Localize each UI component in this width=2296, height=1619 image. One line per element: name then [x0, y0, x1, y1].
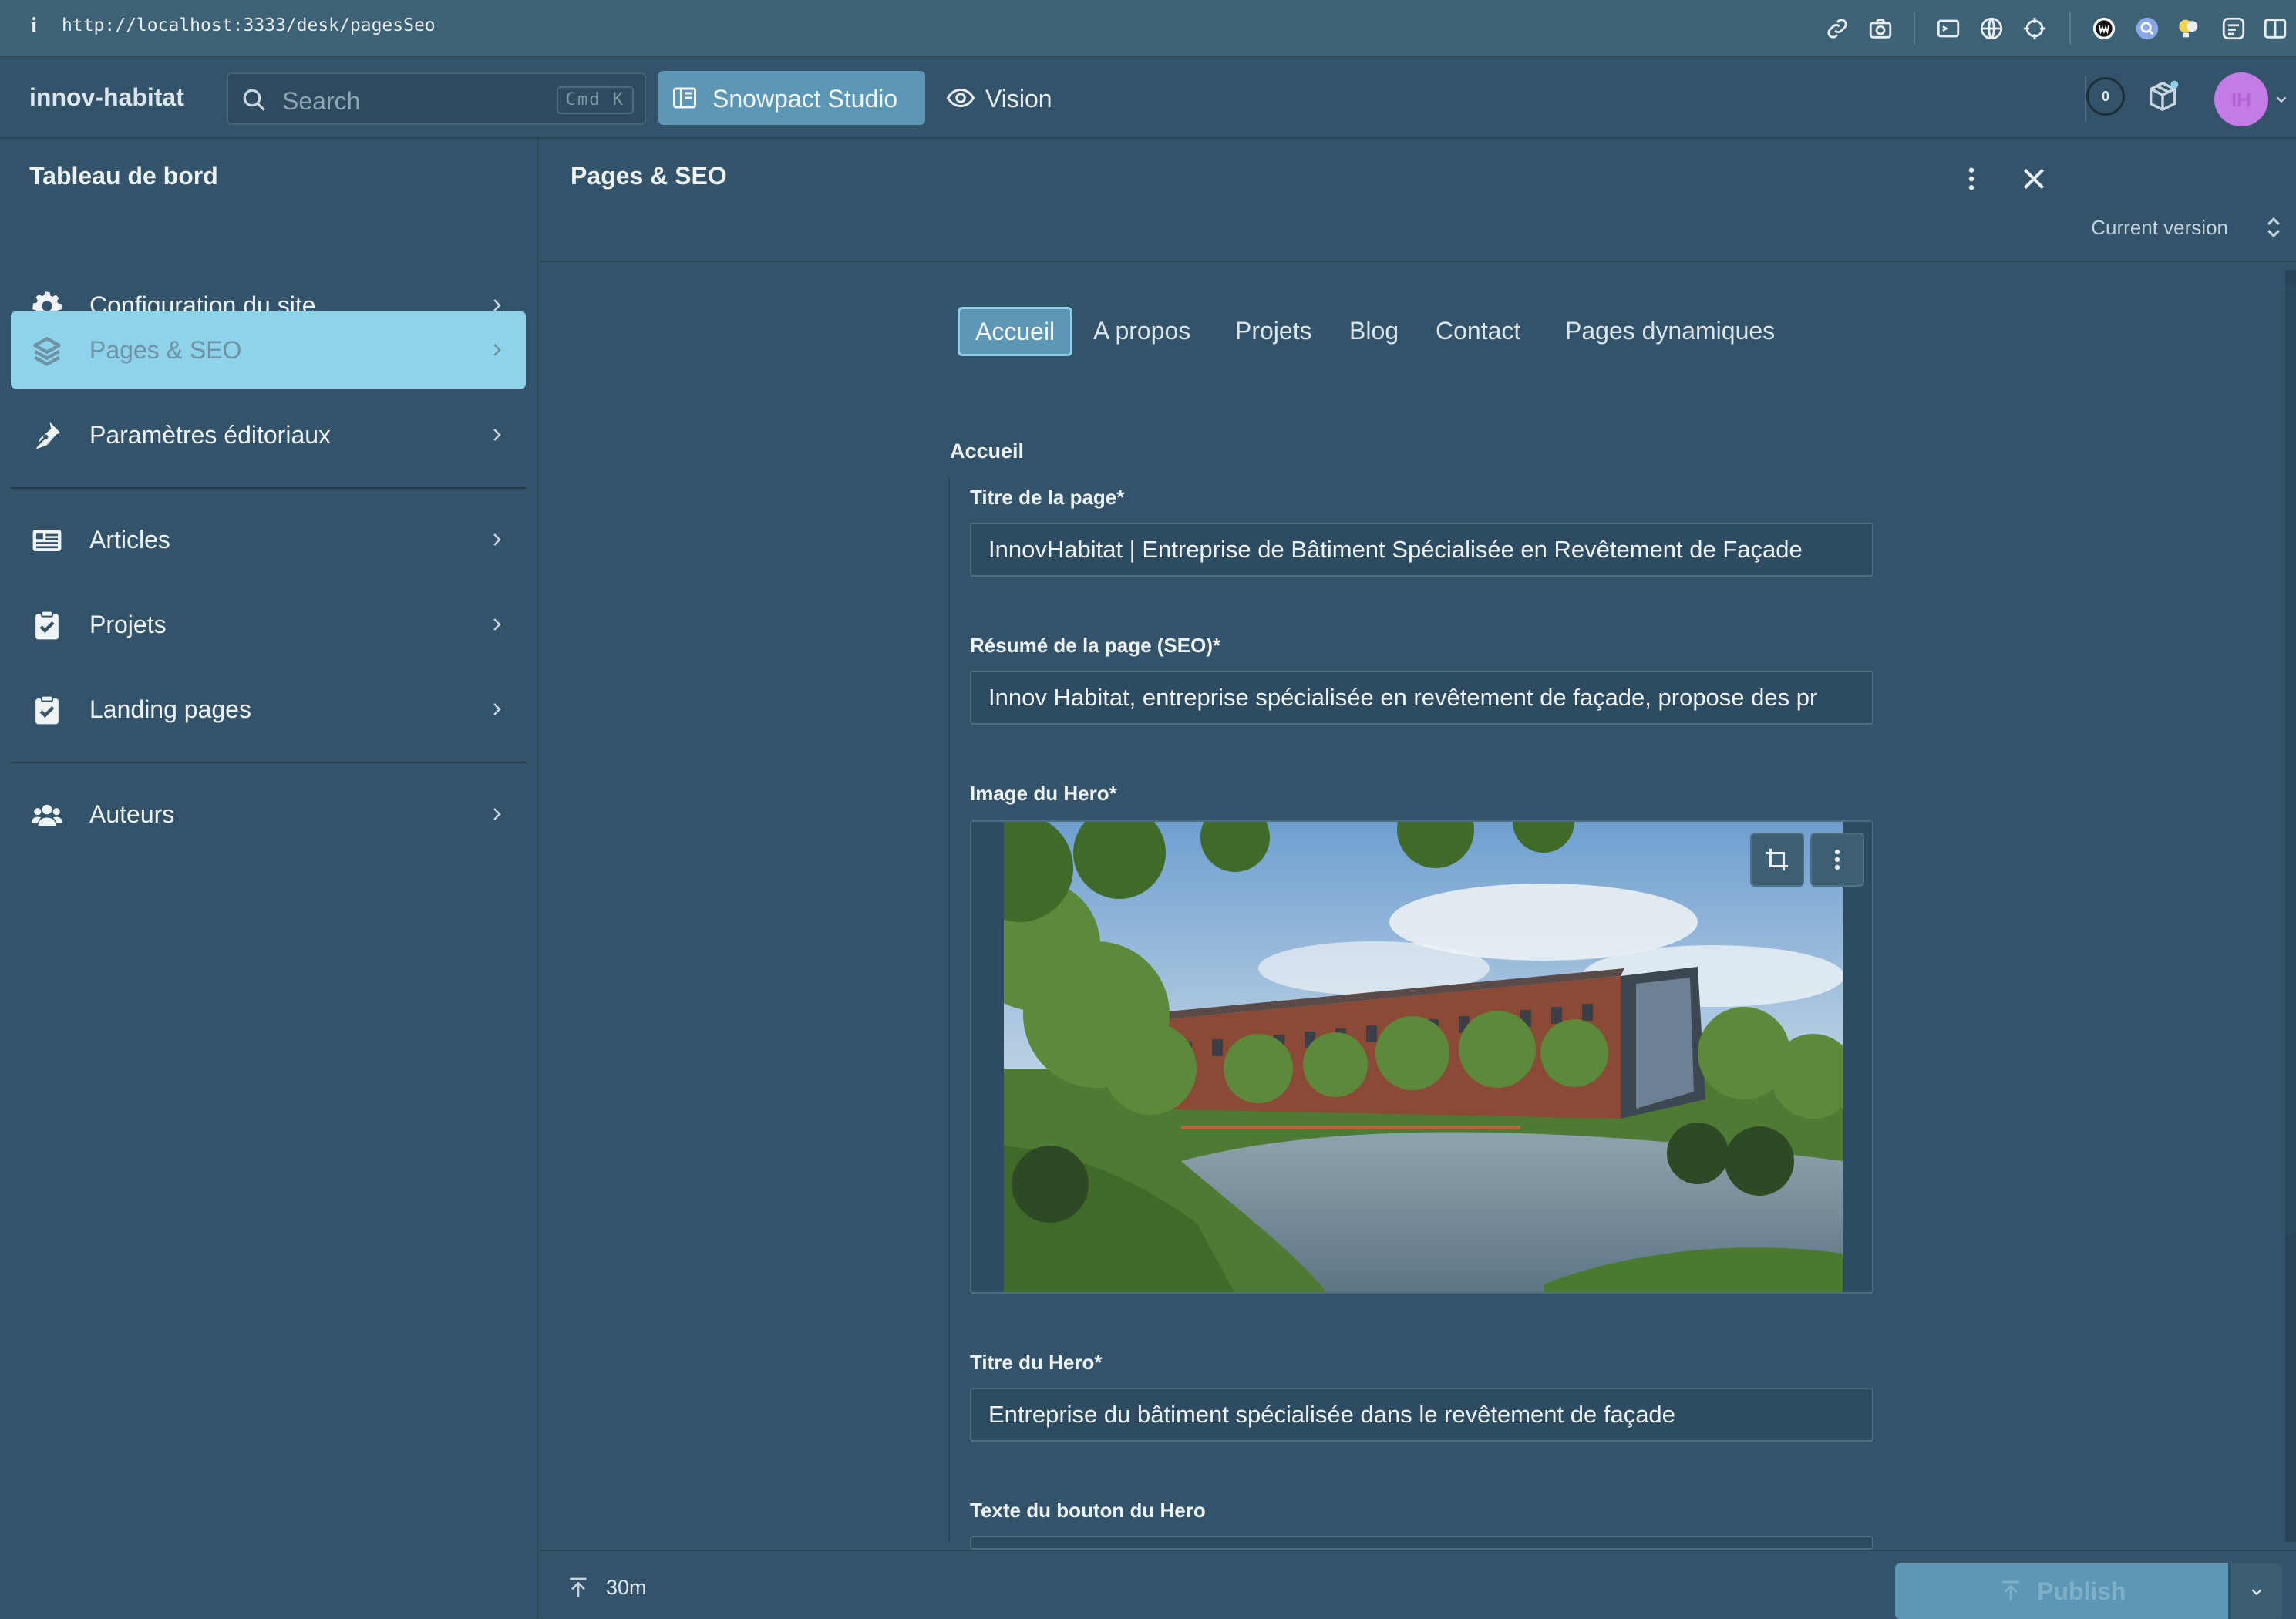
crop-button[interactable] — [1750, 833, 1804, 887]
image-options-button[interactable] — [1810, 833, 1864, 887]
publish-status-icon — [570, 1577, 587, 1597]
tab-pages-dynamiques[interactable]: Pages dynamiques — [1550, 307, 1790, 356]
chevron-right-icon — [493, 618, 501, 631]
sidebar-item-auteurs[interactable]: Auteurs — [11, 776, 526, 853]
structure-sidebar: Tableau de bord Configuration du site Pa… — [0, 139, 538, 1617]
pen-nib-icon — [35, 422, 61, 449]
chevron-right-icon — [493, 703, 501, 715]
crop-icon — [1766, 848, 1789, 871]
field-label: Résumé de la page (SEO)* — [970, 634, 1221, 657]
vision-label: Vision — [985, 85, 1052, 113]
tab-a-propos[interactable]: A propos — [1078, 307, 1206, 356]
version-selector[interactable]: Current version — [1331, 216, 2228, 240]
close-icon[interactable] — [2018, 163, 2049, 194]
field-label: Texte du bouton du Hero — [970, 1499, 1206, 1522]
sidebar-item-label: Pages & SEO — [89, 336, 242, 364]
chevron-right-icon — [493, 808, 501, 820]
sidebar-item-pages-seo[interactable]: Pages & SEO — [11, 311, 526, 389]
user-avatar[interactable]: IH — [2214, 72, 2268, 126]
sidebar-item-label: Auteurs — [89, 800, 175, 828]
camera-icon[interactable] — [1867, 15, 1894, 42]
sidebar-item-label: Articles — [89, 526, 170, 554]
studio-header: innov-habitat Search Cmd K Snowpact Stud… — [0, 57, 2296, 139]
field-label: Titre de la page* — [970, 486, 1125, 509]
presence-counter[interactable]: 0 — [2086, 77, 2125, 116]
workspace-structure-button[interactable]: Snowpact Studio — [658, 71, 925, 125]
sidebar-item-label: Projets — [89, 611, 167, 638]
hero-image — [1004, 822, 1843, 1292]
fieldset-rule — [948, 478, 950, 1542]
address-bar[interactable]: http://localhost:3333/desk/pagesSeo — [62, 15, 436, 35]
site-info-icon[interactable]: i — [25, 14, 43, 42]
field-label: Titre du Hero* — [970, 1351, 1103, 1374]
tab-projets[interactable]: Projets — [1220, 307, 1328, 356]
extension-list-icon[interactable] — [2220, 15, 2247, 42]
sidebar-item-editorial-settings[interactable]: Paramètres éditoriaux — [11, 396, 526, 473]
project-name[interactable]: innov-habitat — [29, 83, 184, 112]
last-published-time: 30m — [606, 1576, 647, 1599]
chevron-right-icon — [493, 344, 501, 356]
hero-title-input[interactable]: Entreprise du bâtiment spécialisée dans … — [970, 1388, 1873, 1442]
document-footer: 30m Publish — [540, 1550, 2296, 1619]
pane-header-divider — [540, 261, 2296, 262]
search-shortcut-hint: Cmd K — [556, 86, 634, 114]
package-icon[interactable] — [2145, 79, 2180, 114]
clipboard-check-icon — [35, 695, 59, 725]
sidebar-item-label: Landing pages — [89, 695, 251, 723]
structure-icon — [673, 87, 696, 109]
chevron-up-down-icon[interactable] — [2265, 214, 2282, 241]
extension-bulb-icon[interactable] — [2176, 15, 2202, 42]
document-pane: Pages & SEO Current version Accueil A pr… — [540, 139, 2296, 1619]
search-input[interactable]: Search Cmd K — [227, 72, 646, 125]
chevron-right-icon — [493, 533, 501, 546]
crosshair-icon[interactable] — [2022, 15, 2048, 42]
publish-menu-button[interactable] — [2231, 1563, 2282, 1619]
sidebar-item-articles[interactable]: Articles — [11, 501, 526, 578]
sidebar-item-label: Paramètres éditoriaux — [89, 421, 332, 449]
scrollbar-thumb[interactable] — [2285, 285, 2296, 1234]
users-icon — [31, 804, 63, 826]
extension-search-icon[interactable] — [2134, 15, 2160, 42]
more-vertical-icon[interactable] — [1960, 163, 1983, 194]
publish-button[interactable]: Publish — [1895, 1563, 2228, 1619]
page-title-input[interactable]: InnovHabitat | Entreprise de Bâtiment Sp… — [970, 523, 1873, 577]
browser-toolbar: i http://localhost:3333/desk/pagesSeo — [0, 0, 2296, 57]
hero-image-field[interactable] — [970, 820, 1873, 1294]
page-summary-input[interactable]: Innov Habitat, entreprise spécialisée en… — [970, 671, 1873, 725]
toolbar-divider — [2069, 12, 2071, 45]
terminal-icon[interactable] — [1935, 15, 1961, 42]
newspaper-icon — [32, 530, 62, 551]
publish-icon — [2002, 1580, 2019, 1600]
search-icon — [243, 89, 265, 111]
sidebar-divider — [11, 762, 526, 763]
publish-label: Publish — [2037, 1577, 2126, 1605]
sidebar-title: Tableau de bord — [29, 162, 218, 190]
chevron-down-icon — [2251, 1589, 2262, 1596]
pane-title: Pages & SEO — [571, 162, 727, 190]
hero-button-text-input[interactable] — [970, 1536, 1873, 1550]
sidebar-toggle-icon[interactable] — [2262, 15, 2288, 42]
extension-w-icon[interactable] — [2091, 15, 2117, 42]
field-label: Image du Hero* — [970, 782, 1117, 805]
tab-contact[interactable]: Contact — [1420, 307, 1536, 356]
more-vertical-icon — [1834, 849, 1840, 870]
workspace-label: Snowpact Studio — [712, 85, 898, 113]
fieldset-title: Accueil — [950, 439, 1025, 463]
search-placeholder: Search — [282, 87, 361, 115]
sidebar-divider — [11, 487, 526, 489]
tab-blog[interactable]: Blog — [1334, 307, 1414, 356]
eye-icon — [946, 88, 975, 108]
layers-icon — [33, 337, 61, 366]
clipboard-check-icon — [35, 610, 59, 640]
globe-icon[interactable] — [1978, 15, 2005, 42]
chevron-right-icon — [493, 429, 501, 441]
tab-accueil[interactable]: Accueil — [958, 307, 1073, 356]
link-icon[interactable] — [1824, 15, 1850, 42]
sidebar-item-projets[interactable]: Projets — [11, 586, 526, 663]
sidebar-item-landing-pages[interactable]: Landing pages — [11, 671, 526, 748]
toolbar-divider — [1914, 12, 1915, 45]
chevron-down-icon[interactable] — [2273, 91, 2290, 108]
